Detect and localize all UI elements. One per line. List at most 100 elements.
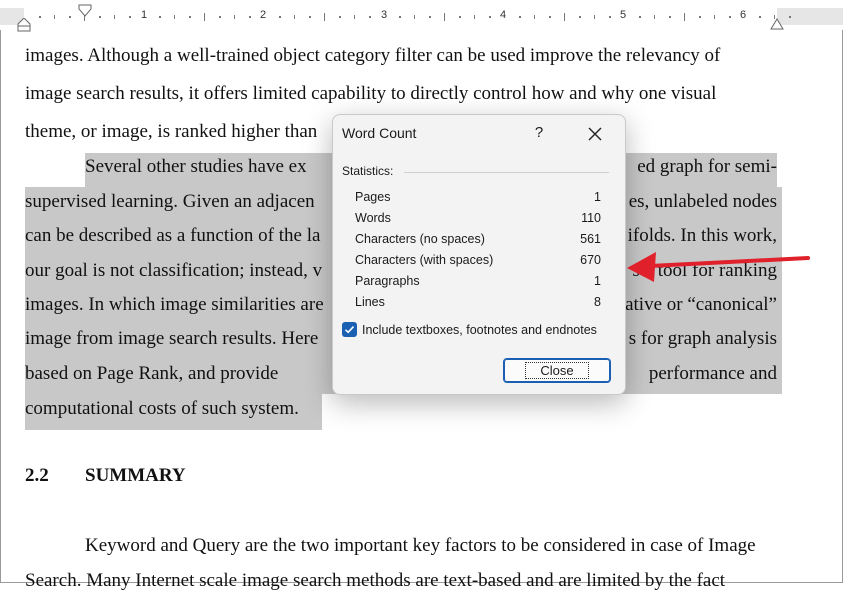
ruler-tick (534, 15, 535, 19)
left-indent-marker-icon[interactable] (17, 18, 31, 32)
ruler-tick (399, 16, 401, 18)
selected-text-line-end: performance and (648, 363, 777, 384)
stat-name: Characters (no spaces) (355, 232, 485, 246)
ruler-tick (99, 16, 101, 18)
help-button[interactable]: ? (532, 124, 546, 141)
stat-value: 8 (594, 295, 601, 309)
ruler-tick (654, 15, 655, 19)
ruler-number: 6 (740, 9, 747, 21)
ruler-tick (714, 15, 715, 19)
ruler-tick (114, 15, 115, 19)
section-number: 2.2 (25, 465, 49, 486)
ruler-tick (69, 16, 71, 18)
close-button[interactable]: Close (503, 358, 611, 383)
stat-name: Characters (with spaces) (355, 253, 494, 267)
ruler-tick (174, 15, 175, 19)
ruler-tick (579, 16, 581, 18)
ruler-tick (234, 15, 235, 19)
ruler-tick (204, 13, 205, 21)
selected-text-line-end: ifolds. In this work, (627, 225, 777, 246)
selected-text-line-end: ed graph for semi- (637, 156, 777, 177)
stat-row-words: Words 110 (355, 211, 601, 229)
selected-text-line-end: s for graph analysis (628, 328, 777, 349)
ruler-tick (324, 13, 325, 21)
selected-text-line-end: s a tool for ranking (632, 260, 777, 281)
ruler-tick (39, 16, 41, 18)
text-line: Search. Many Internet scale image search… (25, 570, 726, 591)
divider (404, 172, 609, 173)
checkmark-icon (344, 326, 355, 334)
selected-text-line: images. In which image similarities are (25, 294, 324, 315)
ruler-tick (429, 16, 431, 18)
section-title: SUMMARY (85, 465, 186, 486)
ruler-tick (129, 16, 131, 18)
stat-row-paragraphs: Paragraphs 1 (355, 274, 601, 292)
close-icon[interactable] (583, 122, 607, 146)
right-indent-marker-icon[interactable] (770, 18, 784, 30)
ruler-tick (729, 16, 731, 18)
selected-text-line: computational costs of such system. (25, 398, 299, 419)
ruler-tick (474, 15, 475, 19)
ruler-tick (669, 16, 671, 18)
ruler-bar (0, 8, 843, 25)
ruler-tick (414, 15, 415, 19)
selected-text-line: can be described as a function of the la (25, 225, 321, 246)
ruler-number: 2 (260, 9, 267, 21)
ruler-tick (444, 13, 445, 21)
selected-text-line: Several other studies have ex (85, 156, 307, 177)
text-line: image search results, it offers limited … (25, 83, 717, 104)
stat-value: 1 (594, 274, 601, 288)
ruler-tick (54, 15, 55, 19)
ruler-tick (249, 16, 251, 18)
ruler-tick (549, 16, 551, 18)
text-line: images. Although a well-trained object c… (25, 45, 721, 66)
close-button-label: Close (525, 362, 589, 379)
selected-text-line: based on Page Rank, and provide (25, 363, 279, 384)
ruler-tick (369, 16, 371, 18)
ruler-number: 4 (500, 9, 507, 21)
ruler-tick (609, 16, 611, 18)
stat-row-lines: Lines 8 (355, 295, 601, 313)
ruler-tick (789, 16, 791, 18)
ruler-tick (354, 15, 355, 19)
selected-text-line: our goal is not classification; instead,… (25, 260, 323, 281)
stat-name: Words (355, 211, 391, 225)
ruler-tick (219, 16, 221, 18)
ruler-tick (519, 16, 521, 18)
stat-name: Pages (355, 190, 391, 204)
include-textboxes-label[interactable]: Include textboxes, footnotes and endnote… (362, 323, 597, 337)
ruler-tick (594, 15, 595, 19)
stat-row-characters-with-spaces: Characters (with spaces) 670 (355, 253, 601, 271)
selected-text-line: supervised learning. Given an adjacen (25, 191, 315, 212)
stat-value: 1 (594, 190, 601, 204)
text-line: Keyword and Query are the two important … (85, 535, 756, 556)
text-line: theme, or image, is ranked higher than (25, 121, 318, 142)
stat-name: Lines (355, 295, 385, 309)
ruler-tick (339, 16, 341, 18)
selected-text-line-end: ative or “canonical” (625, 294, 777, 315)
ruler-tick (159, 16, 161, 18)
stat-row-pages: Pages 1 (355, 190, 601, 208)
stat-value: 561 (580, 232, 601, 246)
ruler-tick (699, 16, 701, 18)
ruler-tick (684, 13, 685, 21)
statistics-label: Statistics: (342, 164, 394, 178)
ruler-tick (279, 16, 281, 18)
stat-value: 670 (580, 253, 601, 267)
dialog-title: Word Count (342, 125, 417, 141)
ruler-number: 3 (381, 9, 388, 21)
include-textboxes-checkbox[interactable] (342, 322, 357, 337)
ruler-tick (489, 16, 491, 18)
stat-row-characters-no-spaces: Characters (no spaces) 561 (355, 232, 601, 250)
ruler-right-margin (777, 8, 843, 25)
selected-text-line-end: es, unlabeled nodes (628, 191, 777, 212)
horizontal-ruler[interactable]: 1 2 3 4 5 6 (0, 0, 843, 32)
word-count-dialog: Word Count ? Statistics: Pages 1 Words 1… (332, 114, 626, 395)
ruler-tick (294, 15, 295, 19)
ruler-tick (459, 16, 461, 18)
ruler-tick (309, 16, 311, 18)
ruler-tick (759, 16, 761, 18)
ruler-number: 5 (620, 9, 627, 21)
first-line-indent-marker-icon[interactable] (78, 4, 92, 18)
ruler-tick (564, 13, 565, 21)
